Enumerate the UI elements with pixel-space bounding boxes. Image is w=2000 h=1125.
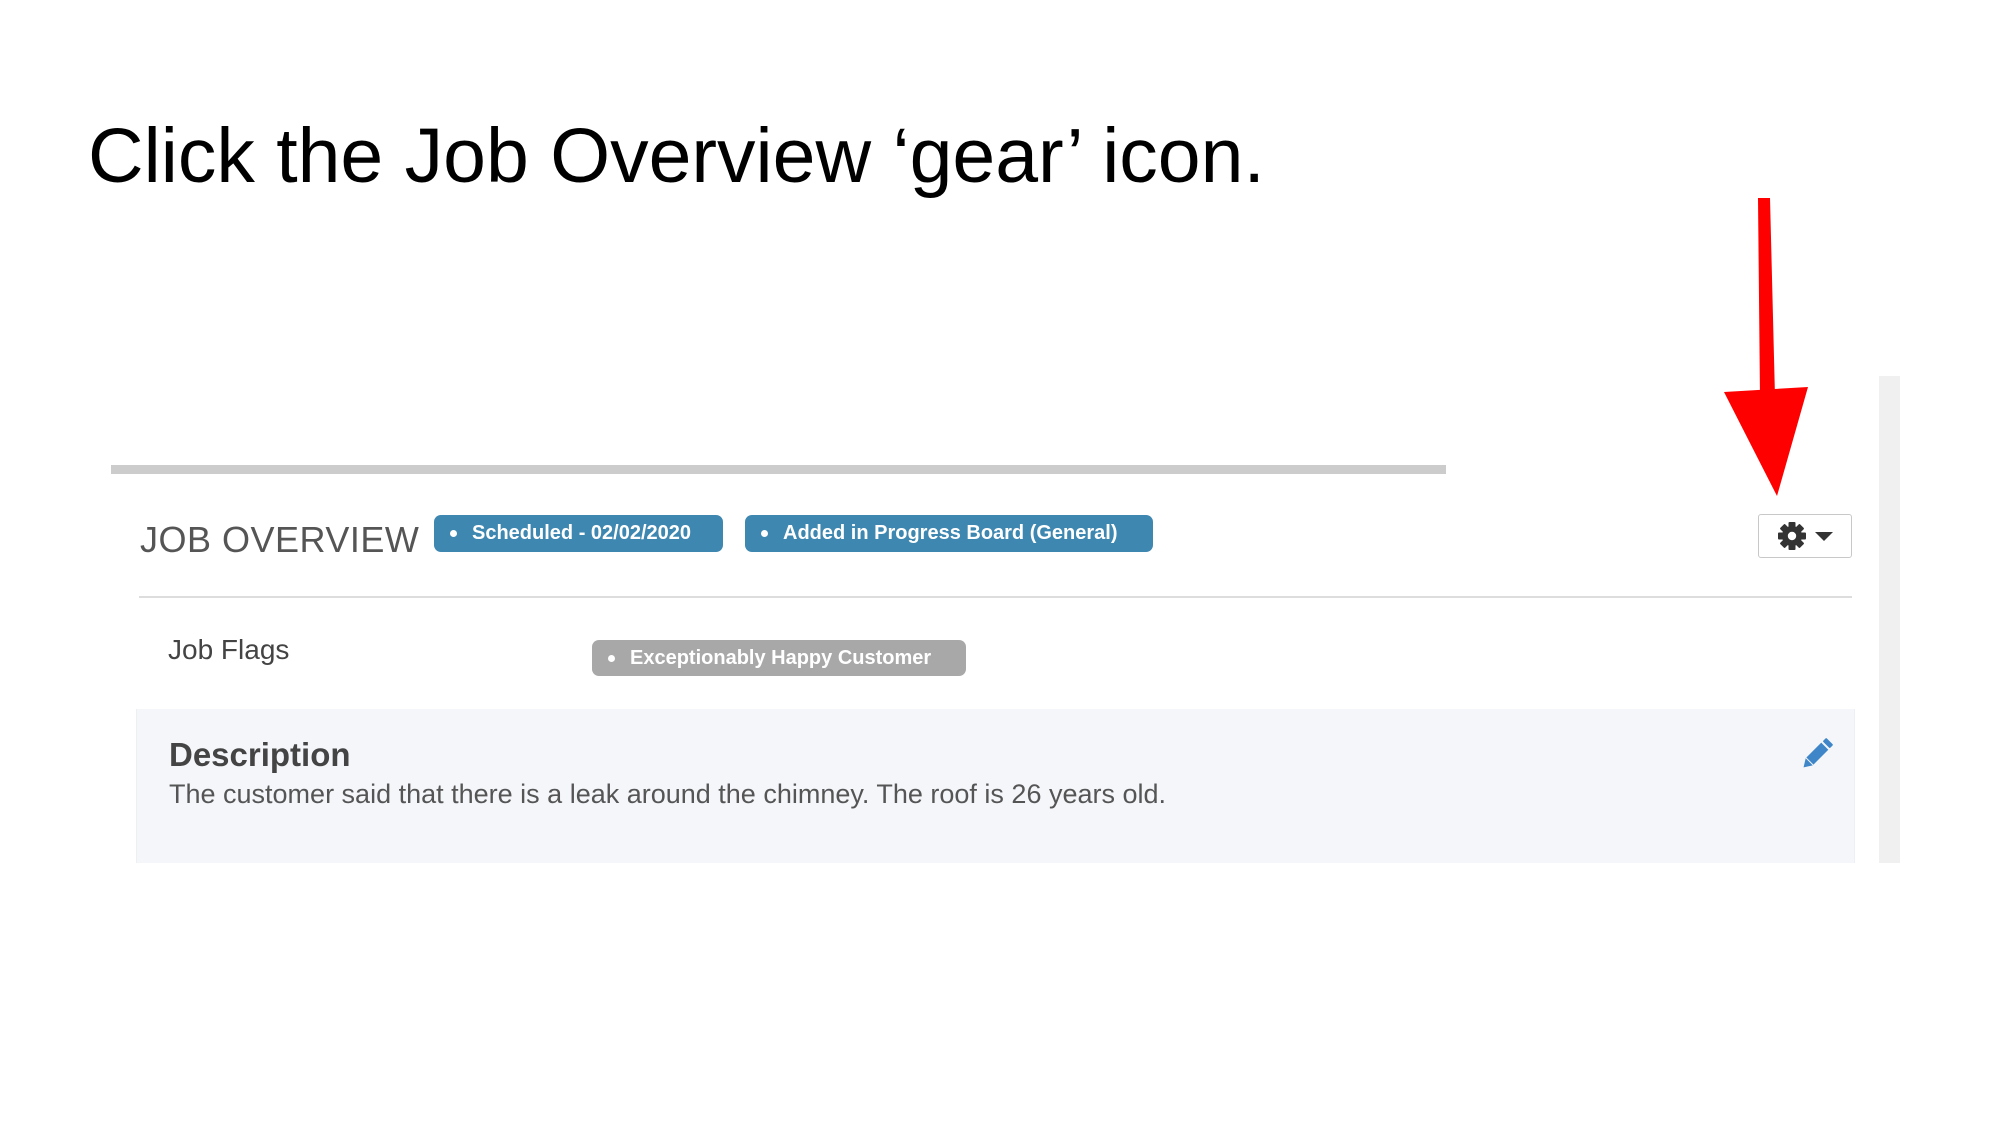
description-title: Description — [169, 736, 351, 773]
progress-board-badge-label: Added in Progress Board (General) — [783, 522, 1118, 544]
job-overview-title: JOB OVERVIEW — [140, 519, 420, 560]
job-flag-badge: Exceptionably Happy Customer — [592, 640, 966, 676]
job-flags-label: Job Flags — [168, 634, 290, 665]
progress-board-badge: Added in Progress Board (General) — [745, 515, 1153, 552]
red-arrow-annotation — [1724, 198, 1808, 496]
scrollbar-track[interactable] — [1879, 376, 1900, 863]
bullet-icon — [761, 530, 768, 537]
pencil-icon — [1803, 738, 1833, 768]
description-text: The customer said that there is a leak a… — [169, 779, 1167, 809]
caret-down-icon — [1815, 531, 1833, 541]
scheduled-badge-label: Scheduled - 02/02/2020 — [472, 522, 692, 544]
scheduled-badge: Scheduled - 02/02/2020 — [434, 515, 723, 552]
instruction-text: Click the Job Overview ‘gear’ icon. — [88, 113, 1265, 199]
job-overview-settings-button[interactable] — [1758, 514, 1852, 558]
edit-description-button[interactable] — [1797, 734, 1837, 774]
bullet-icon — [450, 530, 457, 537]
top-divider-bar — [111, 465, 1446, 474]
description-panel: Description The customer said that there… — [136, 709, 1855, 863]
job-flag-label: Exceptionably Happy Customer — [630, 646, 932, 669]
section-divider — [139, 596, 1852, 598]
bullet-icon — [608, 654, 615, 662]
gear-icon — [1778, 522, 1806, 550]
